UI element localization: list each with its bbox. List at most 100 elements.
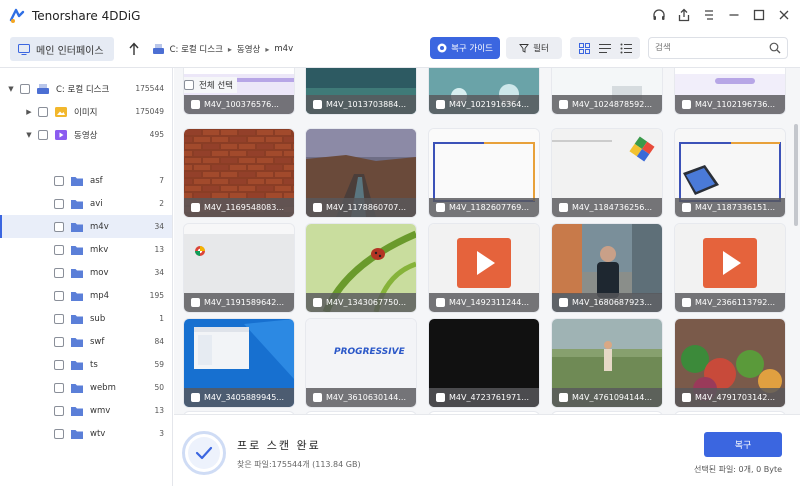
file-checkbox[interactable]: [436, 393, 445, 402]
close-icon[interactable]: [776, 6, 792, 24]
tree-item-swf[interactable]: swf 84: [0, 330, 172, 353]
file-card[interactable]: M4V_2366113792...: [675, 224, 785, 312]
home-tab[interactable]: 메인 인터페이스: [10, 37, 114, 61]
file-card[interactable]: M4V_1191589642...: [184, 224, 294, 312]
tree-item-mov[interactable]: mov 34: [0, 261, 172, 284]
tree-item-m4v[interactable]: m4v 34: [0, 215, 172, 238]
share-icon[interactable]: [676, 6, 692, 24]
checkbox[interactable]: [54, 382, 64, 393]
file-name: M4V_4723761971...: [449, 393, 529, 402]
file-checkbox[interactable]: [559, 203, 568, 212]
recovery-guide-button[interactable]: 복구 가이드: [430, 37, 500, 59]
tree-item-wmv[interactable]: wmv 13: [0, 399, 172, 422]
filter-icon: [519, 44, 530, 53]
file-card[interactable]: M4V_1024878592...: [552, 68, 662, 114]
file-checkbox[interactable]: [313, 298, 322, 307]
file-card[interactable]: M4V_1169548083...: [184, 129, 294, 217]
checkbox[interactable]: [54, 221, 64, 232]
tree-item-videos[interactable]: ▼ 동영상 495: [0, 123, 172, 146]
checkbox[interactable]: [54, 290, 64, 301]
file-card[interactable]: M4V_4723761971...: [429, 319, 539, 407]
search-input[interactable]: [655, 43, 767, 53]
file-checkbox[interactable]: [559, 393, 568, 402]
file-checkbox[interactable]: [191, 100, 200, 109]
folder-icon: [70, 175, 84, 187]
checkbox[interactable]: [54, 313, 64, 324]
breadcrumb-item[interactable]: m4v: [274, 44, 293, 54]
tree-item-mp4[interactable]: mp4 195: [0, 284, 172, 307]
file-checkbox[interactable]: [559, 100, 568, 109]
expand-arrow-icon[interactable]: ▶: [24, 108, 34, 116]
file-card[interactable]: M4V_1021916364...: [429, 68, 539, 114]
tree-item-root[interactable]: ▼ C: 로컬 디스크 175544: [0, 77, 172, 100]
menu-icon[interactable]: [701, 6, 717, 24]
file-card[interactable]: M4V_1013703884...: [306, 68, 416, 114]
file-card[interactable]: M4V_1178860707...: [306, 129, 416, 217]
file-checkbox[interactable]: [191, 393, 200, 402]
checkbox[interactable]: [54, 359, 64, 370]
search-icon[interactable]: [769, 42, 781, 54]
file-card[interactable]: M4V_1492311244...: [429, 224, 539, 312]
file-checkbox[interactable]: [436, 100, 445, 109]
file-card[interactable]: M4V_1343067750...: [306, 224, 416, 312]
detail-view-icon[interactable]: [617, 40, 635, 56]
checkbox[interactable]: [54, 175, 64, 186]
file-card[interactable]: M4V_1680687923...: [552, 224, 662, 312]
breadcrumb-item[interactable]: C: 로컬 디스크: [170, 43, 223, 55]
tree-item-asf[interactable]: asf 7: [0, 169, 172, 192]
file-caption: M4V_1343067750...: [306, 293, 416, 312]
file-checkbox[interactable]: [313, 203, 322, 212]
checkbox[interactable]: [54, 336, 64, 347]
checkbox[interactable]: [54, 198, 64, 209]
recover-button[interactable]: 복구: [704, 432, 782, 457]
file-card[interactable]: M4V_1102196736...: [675, 68, 785, 114]
checkbox[interactable]: [38, 106, 48, 117]
select-all-checkbox[interactable]: [184, 80, 194, 90]
checkbox[interactable]: [20, 83, 30, 94]
file-checkbox[interactable]: [313, 100, 322, 109]
recovery-guide-label: 복구 가이드: [451, 44, 493, 54]
file-checkbox[interactable]: [436, 203, 445, 212]
list-view-icon[interactable]: [596, 40, 614, 56]
minimize-icon[interactable]: [726, 6, 742, 24]
checkbox[interactable]: [54, 267, 64, 278]
file-card[interactable]: M4V_1182607769...: [429, 129, 539, 217]
checkbox[interactable]: [38, 129, 48, 140]
file-checkbox[interactable]: [559, 298, 568, 307]
breadcrumb-item[interactable]: 동영상: [237, 43, 260, 55]
tree-item-avi[interactable]: avi 2: [0, 192, 172, 215]
tree-item-ts[interactable]: ts 59: [0, 353, 172, 376]
tree-item-wtv[interactable]: wtv 3: [0, 422, 172, 445]
file-checkbox[interactable]: [313, 393, 322, 402]
expand-arrow-icon[interactable]: ▼: [24, 131, 34, 139]
file-card[interactable]: M4V_1187336151...: [675, 129, 785, 217]
file-card[interactable]: M4V_4761094144...: [552, 319, 662, 407]
file-checkbox[interactable]: [436, 298, 445, 307]
maximize-icon[interactable]: [751, 6, 767, 24]
checkbox[interactable]: [54, 244, 64, 255]
file-card[interactable]: M4V_4791703142...: [675, 319, 785, 407]
filter-button[interactable]: 필터: [506, 37, 562, 59]
tree-item-mkv[interactable]: mkv 13: [0, 238, 172, 261]
file-checkbox[interactable]: [682, 100, 691, 109]
file-card[interactable]: PROGRESSIVE M4V_3610630144...: [306, 319, 416, 407]
checkbox[interactable]: [54, 405, 64, 416]
support-headset-icon[interactable]: [651, 6, 667, 24]
file-card[interactable]: M4V_3405889945...: [184, 319, 294, 407]
up-arrow-icon[interactable]: [126, 41, 142, 57]
grid-view-icon[interactable]: [575, 40, 593, 56]
select-all[interactable]: 전체 선택: [184, 77, 237, 93]
file-checkbox[interactable]: [191, 203, 200, 212]
file-checkbox[interactable]: [682, 393, 691, 402]
grid-scrollbar[interactable]: [794, 124, 798, 226]
checkbox[interactable]: [54, 428, 64, 439]
file-card[interactable]: M4V_1184736256...: [552, 129, 662, 217]
expand-arrow-icon[interactable]: ▼: [6, 85, 16, 93]
tree-item-webm[interactable]: webm 50: [0, 376, 172, 399]
file-checkbox[interactable]: [682, 203, 691, 212]
tree-item-images[interactable]: ▶ 이미지 175049: [0, 100, 172, 123]
file-checkbox[interactable]: [682, 298, 691, 307]
tree-item-sub[interactable]: sub 1: [0, 307, 172, 330]
tree-item-label: webm: [90, 382, 116, 393]
file-checkbox[interactable]: [191, 298, 200, 307]
